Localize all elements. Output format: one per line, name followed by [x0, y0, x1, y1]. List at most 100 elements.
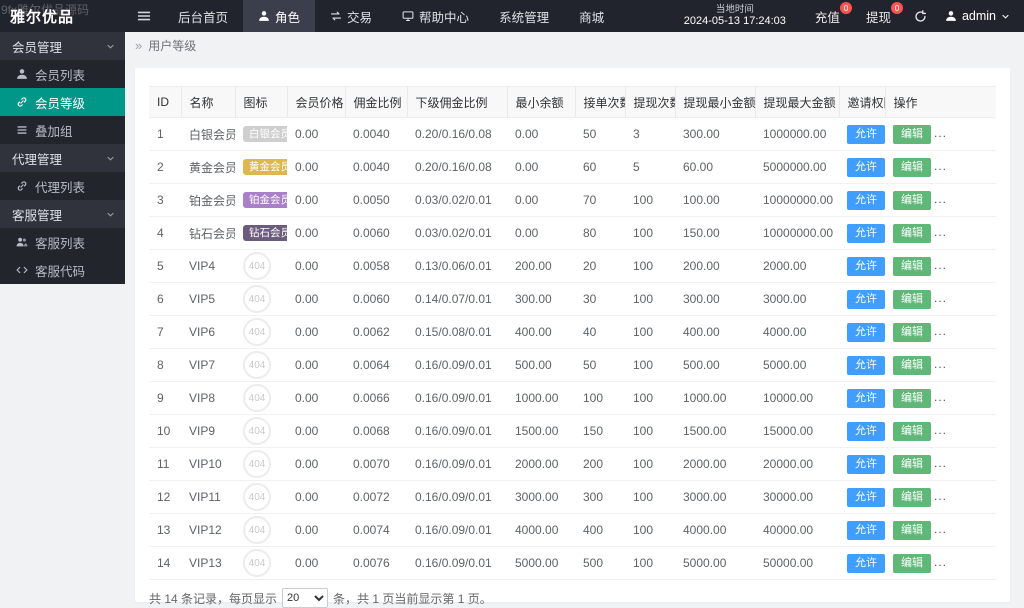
edit-button[interactable]: 编辑: [893, 521, 931, 540]
column-header: 操作: [885, 87, 996, 118]
cell-icon: 404: [235, 448, 287, 481]
cell-min-balance: 0.00: [507, 184, 575, 217]
allow-button[interactable]: 允许: [847, 521, 885, 540]
cell-name: VIP6: [181, 316, 235, 349]
top-menu-item-2[interactable]: 角色: [243, 0, 315, 32]
allow-button[interactable]: 允许: [847, 554, 885, 573]
table-row: 5VIP44040.000.00580.13/0.06/0.01200.0020…: [149, 250, 996, 283]
cell-withdraw-count: 3: [625, 118, 675, 151]
column-header: ID: [149, 87, 181, 118]
cell-icon: 404: [235, 382, 287, 415]
sidebar-group-label: 客服管理: [12, 205, 62, 224]
sidebar-item-3-1[interactable]: 客服列表: [0, 228, 125, 256]
local-time-value: 2024-05-13 17:24:03: [684, 15, 786, 28]
more-actions: ...: [934, 489, 947, 503]
cell-order-count: 300: [575, 481, 625, 514]
withdraw-label: 提现: [866, 7, 891, 26]
admin-menu[interactable]: admin: [937, 0, 1024, 32]
cell-withdraw-count: 100: [625, 481, 675, 514]
cell-withdraw-count: 100: [625, 250, 675, 283]
cell-order-count: 50: [575, 118, 625, 151]
missing-image-placeholder: 404: [243, 384, 271, 412]
edit-button[interactable]: 编辑: [893, 323, 931, 342]
level-badge: 钻石会员: [243, 225, 287, 242]
cell-id: 5: [149, 250, 181, 283]
withdraw-button[interactable]: 提现 0: [853, 0, 904, 32]
sidebar-item-1-3[interactable]: 叠加组: [0, 116, 125, 144]
refresh-icon[interactable]: [904, 0, 937, 32]
allow-button[interactable]: 允许: [847, 422, 885, 441]
top-menu-item-5[interactable]: 系统管理: [484, 0, 564, 32]
top-menu-item-6[interactable]: 商城: [564, 0, 619, 32]
cell-withdraw-min: 2000.00: [675, 448, 755, 481]
cell-icon: 404: [235, 514, 287, 547]
allow-button[interactable]: 允许: [847, 158, 885, 177]
content-card: ID名称图标会员价格佣金比例下级佣金比例最小余额接单次数提现次数提现最小金额提现…: [135, 68, 1010, 602]
allow-button[interactable]: 允许: [847, 191, 885, 210]
allow-button[interactable]: 允许: [847, 455, 885, 474]
cell-withdraw-min: 1000.00: [675, 382, 755, 415]
edit-button[interactable]: 编辑: [893, 224, 931, 243]
column-header: 提现最小金额: [675, 87, 755, 118]
edit-button[interactable]: 编辑: [893, 389, 931, 408]
level-badge: 铂金会员: [243, 192, 287, 209]
edit-button[interactable]: 编辑: [893, 455, 931, 474]
allow-button[interactable]: 允许: [847, 125, 885, 144]
cell-order-count: 60: [575, 151, 625, 184]
page-size-select[interactable]: 20: [282, 588, 328, 608]
allow-button[interactable]: 允许: [847, 224, 885, 243]
allow-button[interactable]: 允许: [847, 323, 885, 342]
recharge-button[interactable]: 充值 0: [802, 0, 853, 32]
link-icon: [16, 96, 28, 108]
edit-button[interactable]: 编辑: [893, 488, 931, 507]
sidebar-menu: 会员管理会员列表会员等级叠加组代理管理代理列表客服管理客服列表客服代码: [0, 32, 125, 284]
sidebar-group-3[interactable]: 客服管理: [0, 200, 125, 228]
cell-withdraw-max: 3000.00: [755, 283, 839, 316]
edit-button[interactable]: 编辑: [893, 290, 931, 309]
allow-button[interactable]: 允许: [847, 290, 885, 309]
allow-button[interactable]: 允许: [847, 356, 885, 375]
cell-withdraw-min: 4000.00: [675, 514, 755, 547]
cell-sub-commission: 0.16/0.09/0.01: [407, 481, 507, 514]
top-menu-item-1[interactable]: 后台首页: [163, 0, 243, 32]
hamburger-icon[interactable]: [125, 0, 163, 32]
top-menu-item-3[interactable]: 交易: [315, 0, 387, 32]
edit-button[interactable]: 编辑: [893, 554, 931, 573]
table-row: 12VIP114040.000.00720.16/0.09/0.013000.0…: [149, 481, 996, 514]
missing-image-placeholder: 404: [243, 483, 271, 511]
sidebar-group-2[interactable]: 代理管理: [0, 144, 125, 172]
edit-button[interactable]: 编辑: [893, 158, 931, 177]
cell-invite-permission: 允许: [839, 316, 885, 349]
edit-button[interactable]: 编辑: [893, 257, 931, 276]
edit-button[interactable]: 编辑: [893, 356, 931, 375]
cell-price: 0.00: [287, 448, 345, 481]
cell-actions: 编辑...: [885, 415, 996, 448]
cell-sub-commission: 0.20/0.16/0.08: [407, 118, 507, 151]
more-actions: ...: [934, 423, 947, 437]
sidebar-item-3-2[interactable]: 客服代码: [0, 256, 125, 284]
cell-price: 0.00: [287, 349, 345, 382]
sidebar-item-1-1[interactable]: 会员列表: [0, 60, 125, 88]
sidebar-item-1-2[interactable]: 会员等级: [0, 88, 125, 116]
cell-withdraw-max: 40000.00: [755, 514, 839, 547]
cell-icon: 404: [235, 481, 287, 514]
cell-sub-commission: 0.16/0.09/0.01: [407, 415, 507, 448]
cell-invite-permission: 允许: [839, 118, 885, 151]
allow-button[interactable]: 允许: [847, 488, 885, 507]
edit-button[interactable]: 编辑: [893, 125, 931, 144]
edit-button[interactable]: 编辑: [893, 422, 931, 441]
cell-withdraw-max: 50000.00: [755, 547, 839, 580]
allow-button[interactable]: 允许: [847, 257, 885, 276]
table-row: 1白银会员白银会员0.000.00400.20/0.16/0.080.00503…: [149, 118, 996, 151]
cell-min-balance: 200.00: [507, 250, 575, 283]
top-menu-item-4[interactable]: 帮助中心: [387, 0, 484, 32]
sidebar-group-1[interactable]: 会员管理: [0, 32, 125, 60]
cell-icon: 白银会员: [235, 118, 287, 151]
sidebar-item-label: 代理列表: [35, 177, 85, 196]
cell-name: VIP10: [181, 448, 235, 481]
sidebar-item-2-1[interactable]: 代理列表: [0, 172, 125, 200]
cell-withdraw-max: 15000.00: [755, 415, 839, 448]
missing-image-placeholder: 404: [243, 351, 271, 379]
edit-button[interactable]: 编辑: [893, 191, 931, 210]
allow-button[interactable]: 允许: [847, 389, 885, 408]
